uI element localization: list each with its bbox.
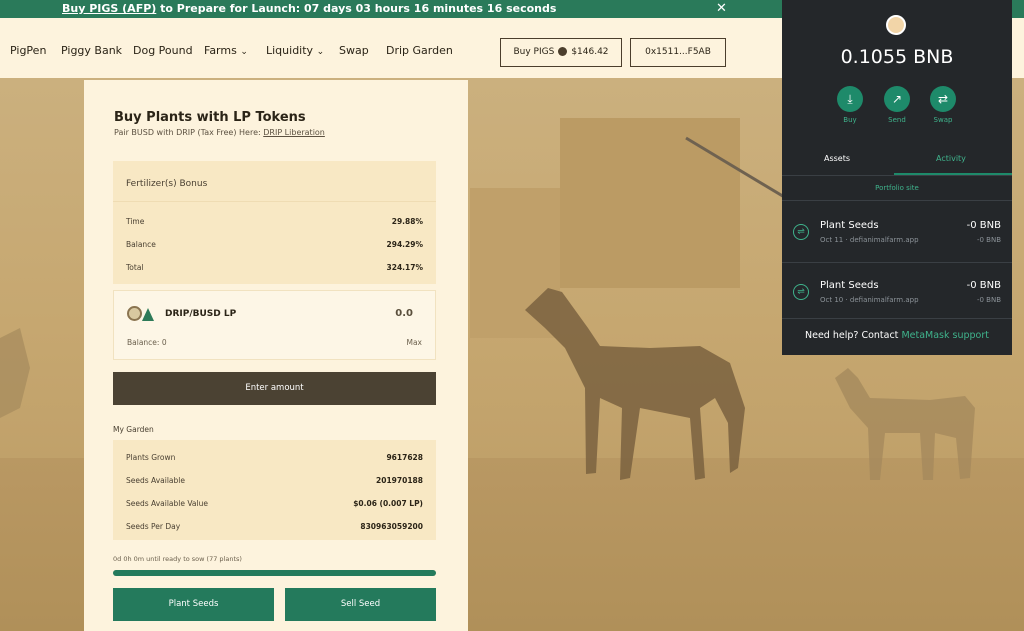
activity-title: Plant Seeds xyxy=(820,220,879,231)
divider xyxy=(782,200,1012,201)
activity-subtitle: Oct 10 · defianimalfarm.app xyxy=(820,296,919,304)
activity-amount: -0 BNB xyxy=(966,280,1001,291)
tab-divider xyxy=(782,175,1012,176)
active-tab-indicator xyxy=(894,173,1012,175)
buy-action-button[interactable]: ⤓ xyxy=(837,86,863,112)
account-avatar-icon[interactable] xyxy=(886,15,906,35)
wallet-balance: 0.1055 BNB xyxy=(840,46,954,68)
activity-title: Plant Seeds xyxy=(820,280,879,291)
help-prefix: Need help? Contact xyxy=(805,330,902,341)
help-text: Need help? Contact MetaMask support xyxy=(782,330,1012,341)
contract-interaction-icon: ⇌ xyxy=(793,284,809,300)
metamask-support-link[interactable]: MetaMask support xyxy=(901,330,989,341)
divider xyxy=(782,262,1012,263)
activity-amount-sub: -0 BNB xyxy=(976,296,1001,304)
contract-interaction-icon: ⇌ xyxy=(793,224,809,240)
send-action-label: Send xyxy=(888,116,906,124)
activity-amount: -0 BNB xyxy=(966,220,1001,231)
send-action-button[interactable]: ↗ xyxy=(884,86,910,112)
swap-action-button[interactable]: ⇄ xyxy=(930,86,956,112)
metamask-popup: 0.1055 BNB ⤓ Buy ↗ Send ⇄ Swap Assets Ac… xyxy=(782,0,1012,355)
divider xyxy=(782,318,1012,319)
download-icon: ⤓ xyxy=(847,92,853,106)
swap-icon: ⇄ xyxy=(937,92,949,106)
portfolio-site-link[interactable]: Portfolio site xyxy=(782,184,1012,192)
buy-action-label: Buy xyxy=(843,116,857,124)
activity-amount-sub: -0 BNB xyxy=(976,236,1001,244)
tab-assets[interactable]: Assets xyxy=(824,154,850,163)
tab-activity[interactable]: Activity xyxy=(936,154,966,163)
swap-action-label: Swap xyxy=(933,116,953,124)
send-arrow-icon: ↗ xyxy=(891,92,903,106)
activity-subtitle: Oct 11 · defianimalfarm.app xyxy=(820,236,919,244)
